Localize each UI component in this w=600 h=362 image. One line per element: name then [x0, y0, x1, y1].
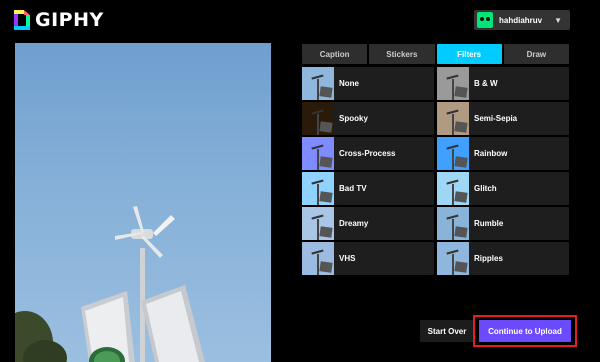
logo-text: GIPHY	[35, 9, 104, 31]
filter-thumbnail	[302, 172, 334, 205]
filter-vhs[interactable]: VHS	[302, 242, 434, 275]
filter-thumbnail	[437, 137, 469, 170]
giphy-logo-icon	[14, 10, 30, 30]
tab-caption[interactable]: Caption	[302, 44, 368, 64]
filter-label: Ripples	[474, 254, 503, 263]
wind-turbine-photo	[15, 206, 205, 362]
filter-label: Rumble	[474, 219, 504, 228]
filter-thumbnail	[437, 172, 469, 205]
filter-thumbnail	[302, 242, 334, 275]
filter-thumbnail	[437, 242, 469, 275]
filter-bad-tv[interactable]: Bad TV	[302, 172, 434, 205]
filter-thumbnail	[437, 67, 469, 100]
filter-bw[interactable]: B & W	[437, 67, 569, 100]
filter-thumbnail	[302, 67, 334, 100]
filter-rumble[interactable]: Rumble	[437, 207, 569, 240]
filter-ripples[interactable]: Ripples	[437, 242, 569, 275]
filter-label: Semi-Sepia	[474, 114, 518, 123]
filter-grid: None B & W Spooky Semi-Sepia Cross-Proce…	[302, 67, 569, 275]
start-over-button[interactable]: Start Over	[420, 320, 474, 342]
filter-label: Spooky	[339, 114, 368, 123]
editor-tabs: Caption Stickers Filters Draw	[302, 44, 569, 64]
filter-label: Dreamy	[339, 219, 369, 228]
filter-label: Glitch	[474, 184, 497, 193]
filter-spooky[interactable]: Spooky	[302, 102, 434, 135]
user-menu-button[interactable]: hahdiahruv ▼	[474, 10, 570, 30]
tab-draw[interactable]: Draw	[503, 44, 569, 64]
filter-none[interactable]: None	[302, 67, 434, 100]
filter-thumbnail	[437, 102, 469, 135]
filter-glitch[interactable]: Glitch	[437, 172, 569, 205]
giphy-logo[interactable]: GIPHY	[14, 9, 104, 31]
filter-rainbow[interactable]: Rainbow	[437, 137, 569, 170]
filter-label: Cross-Process	[339, 149, 396, 158]
filter-label: B & W	[474, 79, 498, 88]
filter-thumbnail	[302, 207, 334, 240]
image-preview	[15, 43, 271, 362]
chevron-down-icon: ▼	[554, 15, 562, 25]
avatar-icon	[477, 12, 493, 28]
filter-dreamy[interactable]: Dreamy	[302, 207, 434, 240]
filter-semi-sepia[interactable]: Semi-Sepia	[437, 102, 569, 135]
username: hahdiahruv	[499, 15, 543, 25]
filter-label: None	[339, 79, 359, 88]
continue-to-upload-button[interactable]: Continue to Upload	[479, 320, 571, 342]
filter-thumbnail	[302, 137, 334, 170]
filter-thumbnail	[437, 207, 469, 240]
filter-thumbnail	[302, 102, 334, 135]
filter-label: Bad TV	[339, 184, 367, 193]
tab-filters[interactable]: Filters	[436, 44, 502, 64]
filter-cross-process[interactable]: Cross-Process	[302, 137, 434, 170]
tab-stickers[interactable]: Stickers	[369, 44, 435, 64]
filter-label: Rainbow	[474, 149, 508, 158]
filter-label: VHS	[339, 254, 356, 263]
